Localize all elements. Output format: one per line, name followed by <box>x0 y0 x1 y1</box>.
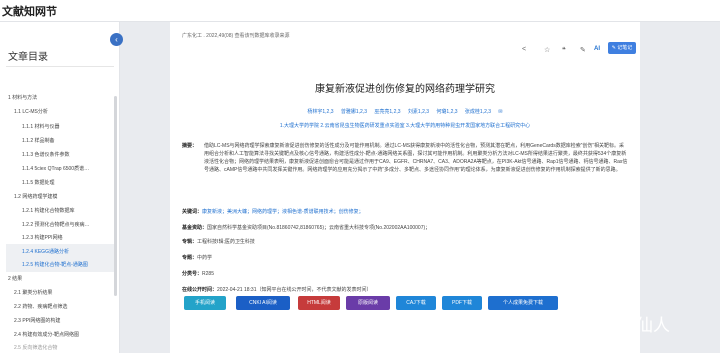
subject-value: 中药学 <box>197 255 213 261</box>
take-notes-button[interactable]: ✎ 记笔记 <box>608 42 636 54</box>
toc-item[interactable]: 1.2.1 构建化合物数据库 <box>22 208 75 215</box>
toc-scrollbar[interactable] <box>114 96 117 296</box>
toc-item[interactable]: 1.2.2 预测化合物靶点与疾病… <box>22 222 90 229</box>
watermark: 知乎 @胖仙人 <box>563 316 670 335</box>
topic-label: 专辑： <box>182 239 198 245</box>
subject-row: 专题：中药学 <box>182 254 212 262</box>
toc-title: 文章目录 <box>8 52 48 63</box>
journal-meta[interactable]: 广东化工 . 2022,49(08) 查看该刊数据库收录来源 <box>182 32 290 39</box>
collapse-sidebar-icon[interactable]: ‹ <box>110 33 123 46</box>
keywords-label: 关键词： <box>182 209 203 215</box>
abstract-label: 摘要： <box>182 143 198 149</box>
toc-item[interactable]: 1.2 网络药理学建模 <box>14 194 57 201</box>
download-button[interactable]: PDF下载 <box>442 296 482 310</box>
toc-item[interactable]: 2.4 构建有效成分-靶点网络图 <box>14 332 79 339</box>
toc-divider <box>6 66 114 67</box>
download-button[interactable]: 手机阅读 <box>184 296 226 310</box>
article-title: 康复新液促进创伤修复的网络药理学研究 <box>315 84 495 95</box>
fund-value: 国家自然科学基金资助项目(No.81860742,81860765)；云南省重大… <box>207 225 431 231</box>
download-button[interactable]: 原版阅读 <box>346 296 390 310</box>
toc-item[interactable]: 2 结果 <box>8 276 22 283</box>
toc-item[interactable]: 1.2.5 构建化合物-靶点-通路图 <box>22 262 88 269</box>
toc-item[interactable]: 2.1 聚类分析结果 <box>14 290 52 297</box>
keywords-row: 关键词：康复新液；美洲大蠊；网络药理学；液相色谱-质谱联用技术；创伤修复； <box>182 208 364 216</box>
toc-item[interactable]: 1.2.4 KEGG通路分析 <box>22 249 69 256</box>
download-button[interactable]: CAJ下载 <box>396 296 436 310</box>
download-button[interactable]: HTML阅读 <box>298 296 340 310</box>
class-label: 分类号： <box>182 271 203 277</box>
author-list[interactable]: 杨林宇1,2,3 曾雅娜1,2,3 巫亮亮1,2,3 刘素1,2,3 何璐1,2… <box>170 108 640 115</box>
toc-item[interactable]: 2.5 反向筛选化合物 <box>14 345 57 352</box>
pubdate-value: 2022-04-21 18:31（知网平台在线公开时间，不代表文献的发表时间） <box>217 287 372 293</box>
pubdate-row: 在线公开时间：2022-04-21 18:31（知网平台在线公开时间，不代表文献… <box>182 286 372 294</box>
star-icon[interactable]: ☆ <box>544 46 550 54</box>
ai-button[interactable]: AI <box>594 46 600 52</box>
subject-label: 专题： <box>182 255 198 261</box>
toc-item[interactable]: 1 材料与方法 <box>8 95 37 102</box>
toc-item[interactable]: 1.1.1 材料与仪器 <box>22 124 60 131</box>
pubdate-label: 在线公开时间： <box>182 287 218 293</box>
app-brand[interactable]: 文献知网节 <box>2 3 57 19</box>
abstract-text: 借助LC-MS与网络药理学探索康复新液促进创伤修复的活性成分及可能作用机制。通过… <box>204 143 628 173</box>
top-bar: 文献知网节 <box>0 0 720 22</box>
fund-row: 基金资助：国家自然科学基金资助项目(No.81860742,81860765)；… <box>182 224 430 232</box>
toc-item[interactable]: 1.1.2 样品制备 <box>22 138 55 145</box>
toc-item[interactable]: 1.2.3 构建PPI网络 <box>22 235 63 242</box>
quote-icon[interactable]: ❝ <box>562 46 566 54</box>
topic-value: 工程科技Ⅰ辑;医药卫生科技 <box>197 239 255 245</box>
share-icon[interactable]: < <box>522 46 526 53</box>
fund-label: 基金资助： <box>182 225 208 231</box>
affiliation-list[interactable]: 1.大理大学药学院 2.云南省昆虫生物医药研发重点实验室 3.大理大学药用特种昆… <box>170 122 640 129</box>
download-button[interactable]: CNKI AI阅读 <box>236 296 290 310</box>
download-button[interactable]: 个人成果免费下载 <box>488 296 558 310</box>
toc-item[interactable]: 1.1 LC-MS分析 <box>14 109 48 116</box>
note-icon[interactable]: ✎ <box>580 46 586 54</box>
keywords-value[interactable]: 康复新液；美洲大蠊；网络药理学；液相色谱-质谱联用技术；创伤修复； <box>202 209 364 215</box>
toc-item[interactable]: 2.3 PPI网络图的构建 <box>14 318 60 325</box>
toc-item[interactable]: 1.1.5 数据处理 <box>22 180 55 187</box>
class-row: 分类号：R285 <box>182 270 214 278</box>
toc-sidebar: 文章目录 1 材料与方法 1.1 LC-MS分析 1.1.1 材料与仪器 1.1.2 … <box>0 22 120 353</box>
class-value: R285 <box>202 271 214 277</box>
topic-row: 专辑：工程科技Ⅰ辑;医药卫生科技 <box>182 238 255 246</box>
toc-item[interactable]: 1.1.3 色谱仪条件参数 <box>22 152 70 159</box>
toc-item[interactable]: 1.1.4 5ciex QTrap 6500质谱… <box>22 166 89 173</box>
toc-item[interactable]: 2.2 药物、疾病靶点筛选 <box>14 304 67 311</box>
